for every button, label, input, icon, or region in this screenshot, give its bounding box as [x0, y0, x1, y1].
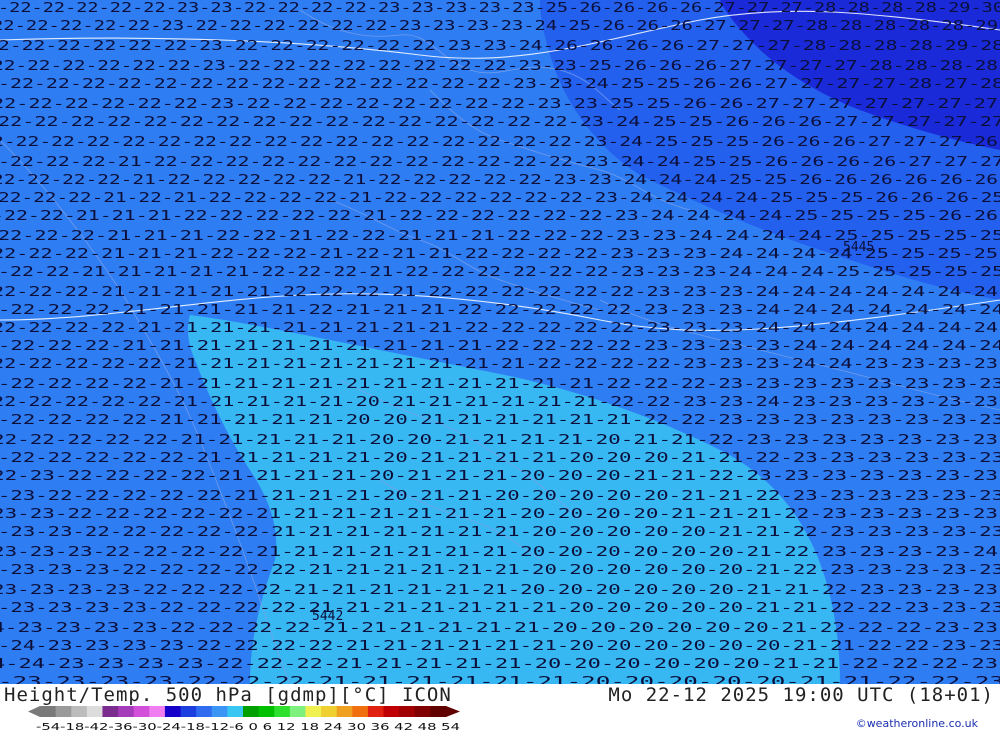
- scale-swatch: [321, 706, 338, 717]
- scale-swatch: [211, 706, 228, 717]
- scale-swatch: [149, 706, 166, 717]
- scale-swatch: [180, 706, 197, 717]
- scale-swatch: [71, 706, 88, 717]
- scale-swatch: [133, 706, 150, 717]
- map-footer: Height/Temp. 500 hPa [gdmp][°C] ICON Mo …: [0, 684, 1000, 733]
- map-title: Height/Temp. 500 hPa [gdmp][°C] ICON: [4, 684, 452, 706]
- scale-swatch: [367, 706, 385, 717]
- weather-map: -22-22-22-22-22-23-23-22-22-22-22-23-23-…: [0, 0, 1000, 684]
- valid-time: Mo 22-12 2025 19:00 UTC (18+01): [608, 684, 994, 706]
- temperature-label-row: 22-22-22-22-21-22-22-22-22-22-21-22-22-2…: [0, 173, 998, 188]
- scale-swatch: [40, 706, 57, 717]
- scale-swatch: [305, 706, 322, 717]
- temperature-label-row: -22-22-22-22-21-21-21-21-21-21-21-21-21-…: [0, 377, 1000, 392]
- temperature-label-row: -22-22-22-22-22-21-21-21-21-21-20-21-21-…: [0, 451, 1000, 466]
- scale-swatch: [118, 706, 135, 717]
- scale-swatch: [86, 706, 103, 717]
- color-scale-tick-labels: -54-18-42-36-30-24-18-12-6 0 6 12 18 24 …: [36, 722, 460, 732]
- scale-swatch: [258, 706, 275, 717]
- temperature-label-row: 23-23-23-23-22-22-22-22-21-21-21-21-21-2…: [0, 583, 998, 598]
- temperature-label-row: -22-22-22-22-22-22-22-22-22-22-22-22-22-…: [0, 77, 1000, 92]
- map-canvas: -22-22-22-22-22-23-23-22-22-22-22-23-23-…: [0, 0, 1000, 684]
- temperature-label-row: 2-22-22-22-22-22-22-22-22-22-22-22-22-22…: [0, 135, 998, 150]
- scale-swatch: [227, 706, 244, 717]
- temperature-label-row: -22-22-22-21-22-22-22-22-22-22-22-22-22-…: [0, 155, 1000, 170]
- temperature-label-row: 22-22-22-22-22-22-22-22-22-22-22-22-22-2…: [0, 115, 1000, 130]
- temperature-label-row: -23-23-23-23-22-22-22-21-21-21-21-21-21-…: [0, 675, 1000, 684]
- temperature-label-row: 22-22-22-22-22-23-22-22-22-22-22-22-23-2…: [0, 19, 998, 34]
- temperature-label-row: 23-23-23-22-22-22-22-21-21-21-21-21-21-2…: [0, 545, 998, 560]
- temperature-label-row: 22-23-22-22-22-22-21-21-21-21-20-21-21-2…: [0, 469, 998, 484]
- scale-swatch: [102, 706, 119, 717]
- temperature-label-row: -22-22-21-21-21-22-22-22-22-22-21-22-22-…: [0, 209, 998, 224]
- temperature-label-row: 2-22-22-22-22-22-23-22-22-22-22-22-22-23…: [0, 39, 1000, 54]
- scale-arrow-right: [446, 706, 460, 717]
- temperature-label-row: -22-22-21-21-21-21-21-22-22-22-21-22-22-…: [0, 265, 1000, 280]
- temperature-label-row: -22-22-22-21-21-21-21-21-21-21-21-21-21-…: [0, 339, 1000, 354]
- scale-swatch: [336, 706, 353, 717]
- temperature-label-row: -23-23-23-23-22-22-22-22-21-21-21-21-21-…: [0, 601, 1000, 616]
- scale-swatch: [196, 706, 213, 717]
- temperature-label-row: -23-22-22-22-22-22-21-21-21-21-20-21-21-…: [0, 489, 1000, 504]
- temperature-label-row: -22-22-22-22-22-23-23-22-22-22-22-23-23-…: [0, 1, 1000, 16]
- temperature-label-row: 22-22-22-22-22-22-23-22-22-22-22-22-22-2…: [0, 97, 998, 112]
- high-marker: 5445: [843, 240, 874, 255]
- temperature-label-row: 4-23-23-23-23-22-22-22-22-21-21-21-21-21…: [0, 621, 998, 636]
- temperature-label-row: -23-23-22-22-22-22-22-21-21-21-21-21-21-…: [0, 525, 1000, 540]
- scale-swatch: [289, 706, 306, 717]
- scale-swatch: [352, 706, 369, 717]
- temperature-label-row: 22-22-22-22-22-21-21-21-21-21-20-20-21-2…: [0, 433, 998, 448]
- temperature-label-row: 23-23-22-22-22-22-22-21-21-21-21-21-21-2…: [0, 507, 998, 522]
- color-scale-legend: -54-18-42-36-30-24-18-12-6 0 6 12 18 24 …: [28, 706, 460, 732]
- temperature-label-row: 22-22-22-21-22-21-22-22-22-22-21-22-22-2…: [0, 191, 1000, 206]
- scale-swatch: [430, 706, 447, 717]
- scale-swatch: [399, 706, 416, 717]
- temperature-label-row: 22-22-22-22-22-21-21-21-21-21-21-21-21-2…: [0, 357, 998, 372]
- temperature-label-row: -22-22-22-21-21-21-21-21-22-21-21-21-22-…: [0, 303, 1000, 318]
- temperature-label-row: -22-22-22-22-21-21-21-21-21-20-20-21-21-…: [0, 413, 1000, 428]
- temperature-label-row: 4-24-23-23-23-23-22-22-22-21-21-21-21-21…: [0, 657, 998, 672]
- scale-swatch: [55, 706, 72, 717]
- scale-swatch: [274, 706, 291, 717]
- temperature-label-row: 22-22-22-22-21-21-21-21-21-21-21-21-21-2…: [0, 321, 998, 336]
- temperature-label-row: 22-22-22-21-21-21-21-21-22-22-22-21-22-2…: [0, 285, 998, 300]
- temperature-label-row: -24-23-23-23-23-22-22-22-22-21-21-21-21-…: [0, 639, 1000, 654]
- scale-swatch: [243, 706, 260, 717]
- scale-swatch: [414, 706, 431, 717]
- scale-swatch: [164, 706, 182, 717]
- temperature-label-row: -23-23-23-22-22-22-22-22-21-21-21-21-21-…: [0, 563, 1000, 578]
- scale-swatch: [383, 706, 400, 717]
- credit-link[interactable]: ©weatheronline.co.uk: [856, 717, 978, 730]
- temperature-label-row: 22-22-22-22-22-22-23-22-22-22-22-22-22-2…: [0, 59, 998, 74]
- high-marker: 5442: [312, 609, 343, 624]
- temperature-label-row: 22-22-22-22-22-21-21-21-21-21-20-21-21-2…: [0, 395, 998, 410]
- scale-arrow-left: [28, 706, 40, 717]
